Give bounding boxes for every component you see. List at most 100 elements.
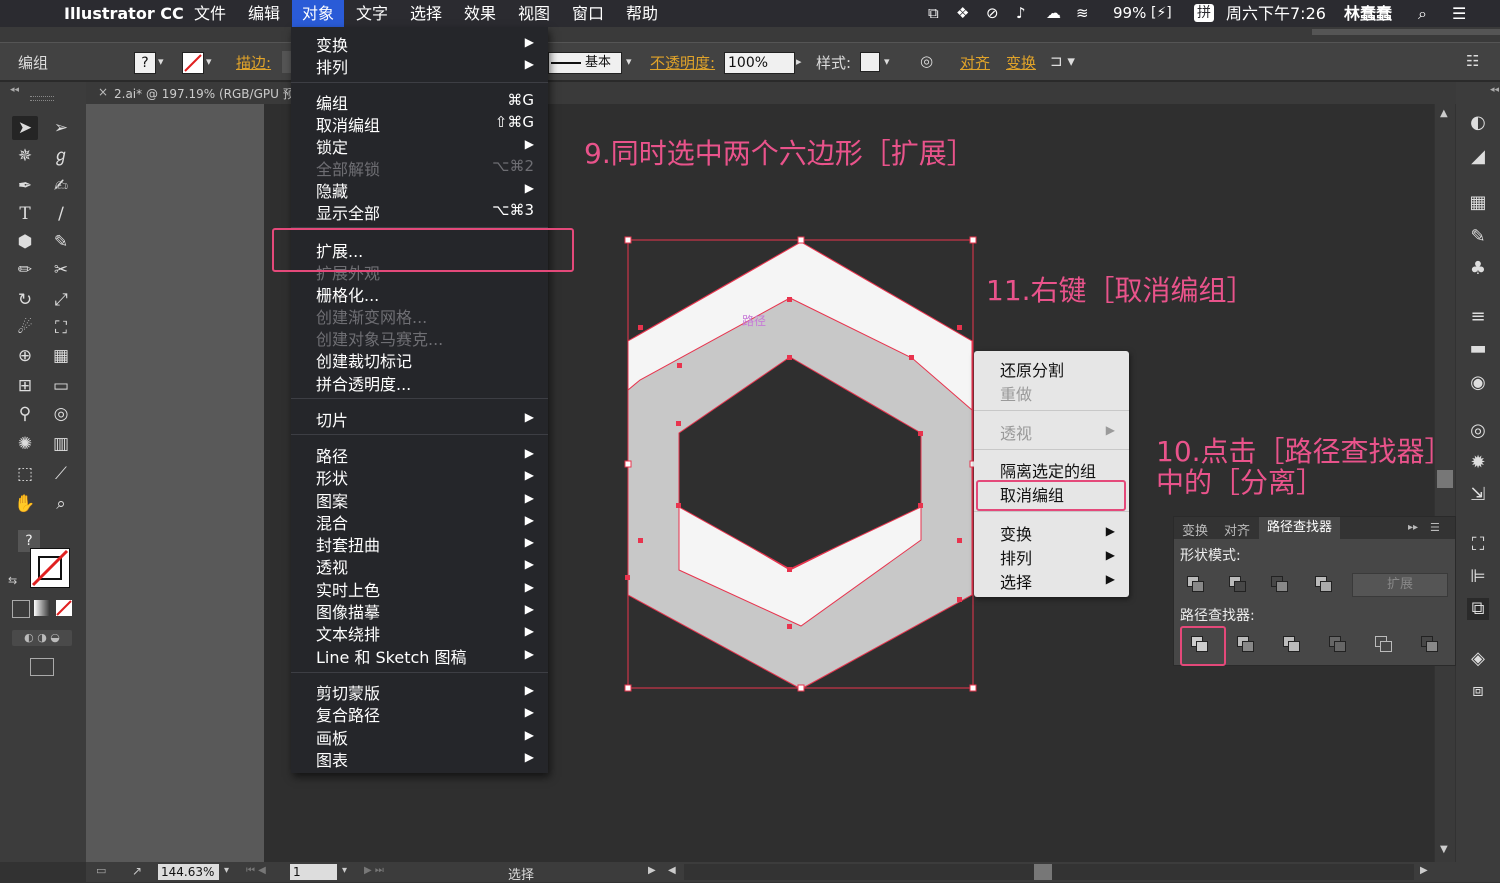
transform-panel-icon[interactable]: ⛶ [1467, 534, 1489, 556]
hand-tool-icon[interactable]: ✋ [12, 492, 38, 516]
opacity-label[interactable]: 不透明度: [650, 52, 715, 73]
pen-tool-icon[interactable]: ✒ [12, 174, 38, 198]
fill-dropdown-icon[interactable]: ▾ [158, 55, 164, 68]
menu-window[interactable]: 窗口 [572, 0, 604, 27]
menu-item-ungroup[interactable]: 取消编组 [316, 112, 380, 136]
menu-item-path[interactable]: 路径 [316, 443, 348, 467]
gradient-panel-icon[interactable]: ▬ [1467, 338, 1489, 360]
style-dropdown-icon[interactable]: ▾ [884, 55, 890, 68]
stroke-panel-icon[interactable]: ≡ [1467, 306, 1489, 328]
context-item-undo-divide[interactable]: 还原分割 [1000, 357, 1064, 381]
menu-item-unlock-all[interactable]: 全部解锁 [316, 156, 380, 180]
context-item-perspective[interactable]: 透视 [1000, 420, 1032, 444]
menu-item-transform[interactable]: 变换 [316, 32, 348, 56]
eyedropper-icon[interactable]: ⚲ [12, 402, 38, 426]
artboard-field[interactable]: 1 [290, 864, 337, 880]
context-item-isolate-group[interactable]: 隔离选定的组 [1000, 458, 1096, 482]
opacity-arrow-icon[interactable]: ▸ [796, 55, 802, 68]
curvature-tool-icon[interactable]: ✍ [48, 174, 74, 198]
symbols-icon[interactable]: ♣ [1467, 258, 1489, 280]
expand-button[interactable]: 扩展 [1352, 573, 1448, 597]
first-artboard-icon[interactable]: ⏮ ◀ [246, 865, 266, 876]
app-name[interactable]: Illustrator CC [64, 0, 184, 27]
layers-icon[interactable]: ◈ [1467, 648, 1489, 670]
lasso-icon[interactable]: ℊ [48, 144, 74, 168]
chat-icon[interactable]: ☁ [1046, 0, 1061, 27]
bell-icon[interactable]: ♪ [1016, 0, 1026, 27]
line-tool-icon[interactable]: ∕ [48, 202, 74, 226]
menu-item-clipping-mask[interactable]: 剪切蒙版 [316, 680, 380, 704]
menu-item-line-sketch[interactable]: Line 和 Sketch 图稿 [316, 644, 467, 668]
gpu-icon[interactable]: ▭ [96, 864, 106, 877]
trim-button[interactable] [1236, 635, 1254, 652]
opacity-field[interactable]: 100% [724, 52, 795, 74]
search-circle-icon[interactable]: ⊘ [986, 0, 999, 27]
scroll-thumb[interactable] [1437, 470, 1453, 488]
symbol-sprayer-icon[interactable]: ✺ [12, 432, 38, 456]
free-transform-icon[interactable]: ⛶ [48, 316, 74, 340]
zoom-tool-icon[interactable]: ⌕ [48, 492, 74, 516]
menu-item-graph[interactable]: 图表 [316, 747, 348, 771]
h-scroll-thumb[interactable] [1034, 864, 1052, 880]
brushes-icon[interactable]: ✎ [1467, 226, 1489, 248]
transform-link[interactable]: 变换 [1006, 52, 1036, 73]
menu-item-shape[interactable]: 形状 [316, 465, 348, 489]
panel-menu-icon[interactable]: ☷ [1466, 52, 1479, 70]
minus-front-button[interactable] [1228, 575, 1246, 592]
context-item-transform[interactable]: 变换 [1000, 521, 1032, 545]
stroke-color-box[interactable] [30, 548, 70, 588]
search-icon[interactable]: ⌕ [1418, 0, 1427, 27]
crop-button[interactable] [1328, 635, 1346, 652]
input-method-icon[interactable]: 拼 [1194, 4, 1214, 22]
zoom-field[interactable]: 144.63% [158, 864, 219, 880]
swap-colors-icon[interactable]: ⇆ [8, 574, 20, 587]
gradient-mode-icon[interactable] [34, 600, 50, 616]
pathfinder-panel-icon[interactable]: ⧉ [1467, 598, 1489, 620]
menu-item-compound-path[interactable]: 复合路径 [316, 702, 380, 726]
exclude-button[interactable] [1314, 575, 1332, 592]
scale-tool-icon[interactable]: ⤢ [48, 288, 74, 312]
screen-mode-icon[interactable] [30, 658, 54, 676]
intersect-button[interactable] [1270, 575, 1288, 592]
menu-item-image-trace[interactable]: 图像描摹 [316, 599, 380, 623]
isolate-icon[interactable]: ⊐ ▾ [1050, 52, 1075, 70]
context-item-select[interactable]: 选择 [1000, 569, 1032, 593]
scroll-right-icon[interactable]: ▶ [1420, 865, 1428, 876]
user-name[interactable]: 林蠢蠢 [1344, 0, 1392, 27]
color-guide-icon[interactable]: ◢ [1467, 146, 1489, 168]
gradient-tool-icon[interactable]: ▭ [48, 374, 74, 398]
clock[interactable]: 周六下午7:26 [1226, 0, 1326, 27]
menu-select[interactable]: 选择 [410, 0, 442, 27]
scroll-down-icon[interactable]: ▼ [1440, 844, 1448, 855]
perspective-grid-icon[interactable]: ▦ [48, 344, 74, 368]
artboard-tool-icon[interactable]: ⬚ [12, 462, 38, 486]
menu-item-blend[interactable]: 混合 [316, 510, 348, 534]
battery-icon[interactable]: [⚡] [1151, 0, 1172, 27]
color-icon[interactable]: ◐ [1467, 112, 1489, 134]
menu-item-slice[interactable]: 切片 [316, 407, 348, 431]
align-link[interactable]: 对齐 [960, 52, 990, 73]
graphic-styles-icon[interactable]: ✹ [1467, 452, 1489, 474]
magic-wand-icon[interactable]: ✵ [12, 144, 38, 168]
menu-item-flatten-transparency[interactable]: 拼合透明度... [316, 371, 411, 395]
unite-button[interactable] [1186, 575, 1204, 592]
warp-tool-icon[interactable]: ☄ [12, 316, 38, 340]
menu-item-pattern[interactable]: 图案 [316, 488, 348, 512]
swatches-icon[interactable]: ▦ [1467, 192, 1489, 214]
mesh-tool-icon[interactable]: ⊞ [12, 374, 38, 398]
stroke-dropdown-icon[interactable]: ▾ [206, 55, 212, 68]
menu-view[interactable]: 视图 [518, 0, 550, 27]
profile-dropdown-icon[interactable]: ▾ [626, 55, 632, 68]
collapse-icon[interactable]: ◂◂ [10, 85, 19, 95]
grid-icon[interactable]: ❖ [956, 0, 969, 27]
transparency-icon[interactable]: ◉ [1467, 372, 1489, 394]
artboard-dropdown-icon[interactable]: ▾ [342, 865, 347, 876]
status-mode[interactable]: 选择 [508, 864, 534, 883]
menu-help[interactable]: 帮助 [626, 0, 658, 27]
zoom-dropdown-icon[interactable]: ▾ [224, 865, 229, 876]
menu-item-hide[interactable]: 隐藏 [316, 178, 348, 202]
menu-file[interactable]: 文件 [194, 0, 226, 27]
stroke-swatch[interactable] [182, 52, 204, 74]
menu-item-arrange[interactable]: 排列 [316, 54, 348, 78]
blend-tool-icon[interactable]: ◎ [48, 402, 74, 426]
